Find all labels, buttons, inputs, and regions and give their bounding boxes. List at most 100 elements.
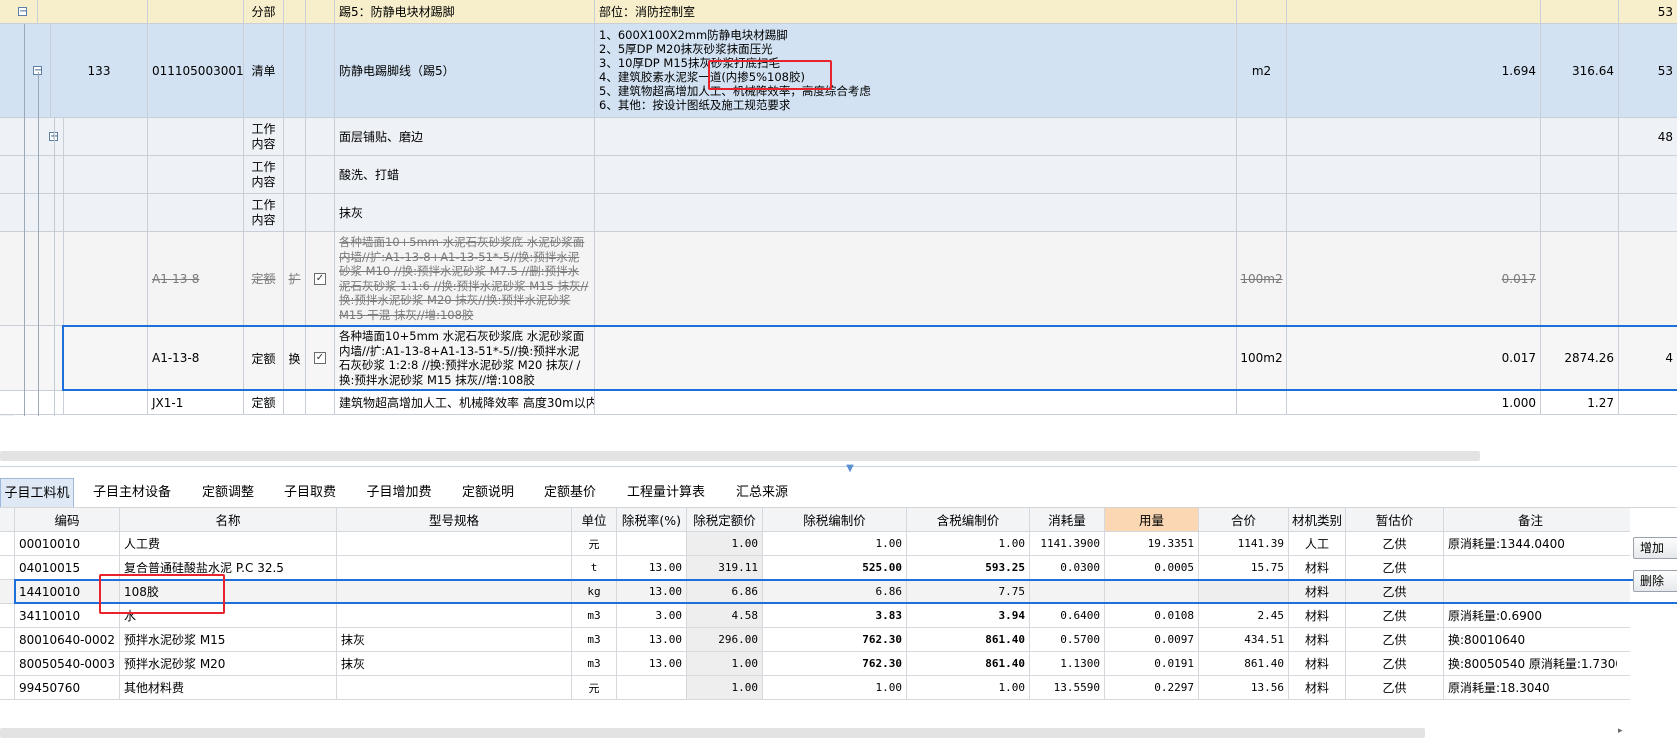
cell-unit[interactable]: 元 [571, 676, 616, 699]
cell-code[interactable]: 80050540-0003 [14, 652, 119, 675]
cell-consumption[interactable]: 0.6400 [1029, 604, 1104, 627]
cell-remark[interactable]: 原消耗量:0.6900 [1443, 604, 1617, 627]
cell-name[interactable]: 其他材料费 [119, 676, 336, 699]
cell-name[interactable]: 预拌水泥砂浆 M15 [119, 628, 336, 651]
tab-quota-note[interactable]: 定额说明 [454, 478, 522, 507]
cell-remark[interactable]: 原消耗量:1344.0400 [1443, 532, 1617, 555]
cell-provisional[interactable]: 乙供 [1345, 676, 1443, 699]
col-header[interactable]: 除税定额价 [686, 508, 762, 531]
cell-compile-price[interactable]: 762.30 [762, 628, 906, 651]
tab-main-material[interactable]: 子目主材设备 [84, 478, 180, 507]
table-row[interactable]: 80050540-0003 预拌水泥砂浆 M20 抹灰 m3 13.00 1.00 762.… [0, 652, 1630, 676]
tab-base-price[interactable]: 定额基价 [536, 478, 604, 507]
cell-usage[interactable]: 0.2297 [1104, 676, 1198, 699]
work-content-row[interactable]: + 工作 内容 面层铺贴、磨边 48 [0, 118, 1677, 156]
cell-category[interactable]: 材料 [1288, 628, 1345, 651]
cell-remark[interactable]: 换:80010640 [1443, 628, 1617, 651]
cell-compile-price[interactable]: 3.83 [762, 604, 906, 627]
cell-remark[interactable]: 换:80050540 原消耗量:1.7300 [1443, 652, 1617, 675]
cell-usage[interactable]: 0.0097 [1104, 628, 1198, 651]
tab-quota-adjust[interactable]: 定额调整 [194, 478, 262, 507]
cell-provisional[interactable]: 乙供 [1345, 556, 1443, 579]
cell-tax-price[interactable]: 3.94 [906, 604, 1029, 627]
cell-unit[interactable]: t [571, 556, 616, 579]
add-button[interactable]: 增加 [1633, 537, 1677, 559]
table-row[interactable]: 04010015 复合普通硅酸盐水泥 P.C 32.5 t 13.00 319.11 52… [0, 556, 1630, 580]
col-header[interactable]: 除税编制价 [762, 508, 906, 531]
cell-name[interactable]: 预拌水泥砂浆 M20 [119, 652, 336, 675]
cell-tax-price[interactable]: 1.00 [906, 532, 1029, 555]
cell-amount[interactable]: 434.51 [1198, 628, 1288, 651]
work-content-row[interactable]: 工作 内容 酸洗、打蜡 [0, 156, 1677, 194]
cell-tax-price[interactable]: 593.25 [906, 556, 1029, 579]
cell-spec[interactable] [336, 532, 571, 555]
cell-category[interactable]: 材料 [1288, 580, 1345, 603]
cell-remark[interactable] [1443, 556, 1617, 579]
cell-quota-price[interactable]: 296.00 [686, 628, 762, 651]
cell-compile-price[interactable]: 762.30 [762, 652, 906, 675]
cell-consumption[interactable]: 1.1300 [1029, 652, 1104, 675]
cell-compile-price[interactable]: 525.00 [762, 556, 906, 579]
col-header[interactable]: 除税率(%) [616, 508, 686, 531]
table-row[interactable]: 80010640-0002 预拌水泥砂浆 M15 抹灰 m3 13.00 296.00 76… [0, 628, 1630, 652]
cell-tax-price[interactable]: 1.00 [906, 676, 1029, 699]
cell-unit[interactable]: kg [571, 580, 616, 603]
cell-consumption[interactable] [1029, 580, 1104, 603]
cell-quota-price[interactable]: 1.00 [686, 532, 762, 555]
cell-amount[interactable]: 1141.39 [1198, 532, 1288, 555]
cell-tax-rate[interactable]: 13.00 [616, 652, 686, 675]
tab-quantity-calc[interactable]: 工程量计算表 [618, 478, 714, 507]
cell-quota-price[interactable]: 1.00 [686, 676, 762, 699]
col-header[interactable]: 型号规格 [336, 508, 571, 531]
col-header[interactable]: 单位 [571, 508, 616, 531]
quota-checkbox[interactable]: ✓ [314, 272, 326, 285]
cell-compile-price[interactable]: 1.00 [762, 676, 906, 699]
col-header[interactable]: 名称 [119, 508, 336, 531]
tab-labor-material[interactable]: 子目工料机 [0, 478, 74, 507]
horizontal-scrollbar[interactable] [0, 728, 1425, 738]
cell-category[interactable]: 材料 [1288, 556, 1345, 579]
bill-item-row[interactable]: − 133 011105003001 清单 防静电踢脚线（踢5） 1、600X1… [0, 24, 1677, 118]
cell-tax-price[interactable]: 861.40 [906, 652, 1029, 675]
cell-usage[interactable]: 19.3351 [1104, 532, 1198, 555]
tab-extra-fee[interactable]: 子目增加费 [358, 478, 440, 507]
table-row[interactable]: 14410010 108胶 kg 13.00 6.86 6.86 7.75 材料 乙供 [0, 580, 1630, 604]
cell-usage[interactable]: 0.0108 [1104, 604, 1198, 627]
cell-spec[interactable] [336, 580, 571, 603]
cell-provisional[interactable]: 乙供 [1345, 604, 1443, 627]
cell-usage[interactable]: 0.0005 [1104, 556, 1198, 579]
cell-tax-rate[interactable]: 13.00 [616, 628, 686, 651]
cell-amount[interactable] [1198, 580, 1288, 603]
splitter[interactable] [0, 466, 1677, 467]
cell-category[interactable]: 材料 [1288, 604, 1345, 627]
cell-quota-price[interactable]: 6.86 [686, 580, 762, 603]
cell-tax-price[interactable]: 7.75 [906, 580, 1029, 603]
col-header[interactable]: 备注 [1443, 508, 1617, 531]
col-header[interactable]: 合价 [1198, 508, 1288, 531]
cell-provisional[interactable]: 乙供 [1345, 652, 1443, 675]
tab-summary-source[interactable]: 汇总来源 [728, 478, 796, 507]
table-row[interactable]: 34110010 水 m3 3.00 4.58 3.83 3.94 0.6400 0.0108 2… [0, 604, 1630, 628]
work-content-row[interactable]: 工作 内容 抹灰 [0, 194, 1677, 232]
col-header[interactable]: 含税编制价 [906, 508, 1029, 531]
cell-usage[interactable] [1104, 580, 1198, 603]
col-header[interactable]: 材机类别 [1288, 508, 1345, 531]
cell-usage[interactable]: 0.0191 [1104, 652, 1198, 675]
division-row[interactable]: − 分部 踢5：防静电块材踢脚 部位：消防控制室 53 [0, 0, 1677, 24]
col-header[interactable]: 编码 [14, 508, 119, 531]
cell-consumption[interactable]: 13.5590 [1029, 676, 1104, 699]
quota-row[interactable]: JX1-1 定额 建筑物超高增加人工、机械降效率 高度30m以内 1.000 1… [0, 391, 1677, 415]
cell-consumption[interactable]: 0.5700 [1029, 628, 1104, 651]
tab-fee[interactable]: 子目取费 [276, 478, 344, 507]
cell-quota-price[interactable]: 1.00 [686, 652, 762, 675]
cell-unit[interactable]: m3 [571, 604, 616, 627]
cell-unit[interactable]: 元 [571, 532, 616, 555]
scroll-right-icon[interactable]: ▸ [1618, 726, 1626, 736]
horizontal-scrollbar[interactable] [0, 451, 1480, 461]
cell-unit[interactable]: m3 [571, 652, 616, 675]
deleted-quota-row[interactable]: A1-13-8 定额 扩 ✓ 各种墙面10+5mm 水泥石灰砂浆底 水泥砂浆面 … [0, 232, 1677, 326]
cell-provisional[interactable]: 乙供 [1345, 532, 1443, 555]
cell-provisional[interactable]: 乙供 [1345, 628, 1443, 651]
cell-name[interactable]: 人工费 [119, 532, 336, 555]
cell-category[interactable]: 人工 [1288, 532, 1345, 555]
